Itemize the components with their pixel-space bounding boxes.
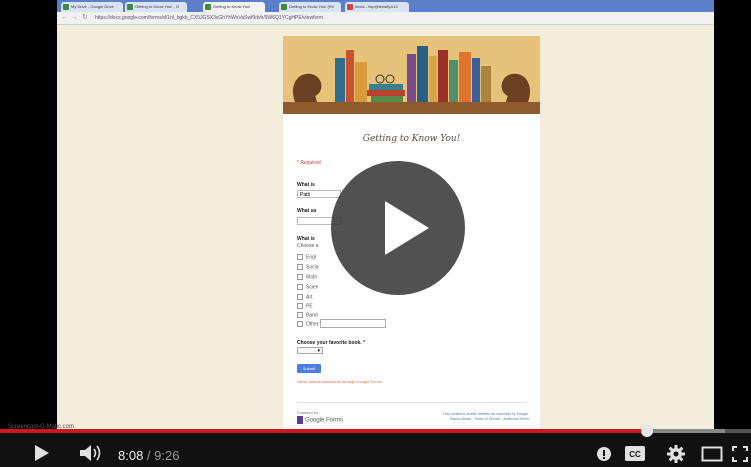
other-text-input[interactable] bbox=[320, 319, 386, 328]
checkbox-option[interactable]: Scien bbox=[297, 284, 319, 290]
checkbox-icon[interactable] bbox=[297, 303, 303, 309]
question-subjects-label: What is bbox=[297, 236, 315, 242]
fullscreen-icon[interactable] bbox=[732, 446, 748, 462]
tab-my-drive[interactable]: My Drive - Google Drive bbox=[61, 2, 123, 12]
checkbox-option[interactable]: Engl bbox=[297, 254, 316, 260]
form-title: Getting to Know You! bbox=[362, 134, 461, 144]
checkbox-icon[interactable] bbox=[297, 274, 303, 280]
theater-icon[interactable] bbox=[701, 446, 723, 462]
password-warning: Never submit passwords through Google Fo… bbox=[297, 379, 384, 384]
checkbox-icon[interactable] bbox=[297, 254, 303, 260]
drive-icon bbox=[63, 4, 69, 10]
chevron-down-icon: ▾ bbox=[317, 348, 320, 354]
reload-icon[interactable]: ↻ bbox=[82, 14, 88, 22]
footer-links[interactable]: Report Abuse - Terms of Service - Additi… bbox=[425, 417, 529, 422]
duration: 9:26 bbox=[154, 448, 180, 463]
checkbox-option-other[interactable]: Other: bbox=[297, 321, 320, 327]
tab-form-edit[interactable]: Getting to Know You! - G bbox=[125, 2, 187, 12]
forms-icon bbox=[205, 4, 211, 10]
tab-form-view[interactable]: Getting to Know You! bbox=[203, 2, 265, 12]
address-bar[interactable]: ← → ↻ https://docs.google.com/forms/d/1n… bbox=[57, 12, 714, 25]
question-2-label: What sa bbox=[297, 208, 317, 214]
browser-tab-bar: My Drive - Google Drive Getting to Know … bbox=[57, 0, 714, 12]
google-forms-logo[interactable]: Google Forms bbox=[297, 416, 343, 425]
checkbox-icon[interactable] bbox=[297, 294, 303, 300]
google-forms-icon bbox=[297, 416, 303, 424]
books-banner bbox=[283, 36, 540, 114]
play-icon[interactable] bbox=[33, 443, 51, 463]
checkbox-icon[interactable] bbox=[297, 312, 303, 318]
mail-icon bbox=[347, 4, 353, 10]
footer-divider bbox=[297, 402, 526, 403]
book-select[interactable]: ▾ bbox=[297, 347, 323, 354]
progress-buffered bbox=[647, 429, 725, 433]
powered-by-label: Powered by bbox=[297, 410, 319, 415]
tab-inbox[interactable]: Inbox - tlsp@tenafly.k12 bbox=[345, 2, 409, 12]
checkbox-option[interactable]: PE bbox=[297, 303, 313, 309]
svg-text:CC: CC bbox=[629, 450, 641, 459]
progress-played bbox=[0, 429, 648, 433]
forms-icon bbox=[127, 4, 133, 10]
checkbox-option[interactable]: Band bbox=[297, 312, 318, 318]
volume-icon[interactable] bbox=[78, 443, 104, 463]
captions-icon[interactable]: CC bbox=[624, 445, 646, 462]
url-text: https://docs.google.com/forms/d/1nl_bgkh… bbox=[95, 15, 324, 21]
big-play-button[interactable] bbox=[331, 161, 465, 295]
checkbox-option[interactable]: Socia bbox=[297, 264, 319, 270]
checkbox-option[interactable]: Math bbox=[297, 274, 317, 280]
checkbox-icon[interactable] bbox=[297, 264, 303, 270]
question-subjects-hint: Choose a bbox=[297, 243, 319, 249]
question-book-label: Choose your favorite book. * bbox=[297, 340, 366, 346]
checkbox-icon[interactable] bbox=[297, 284, 303, 290]
forward-icon[interactable]: → bbox=[71, 14, 78, 22]
recorder-watermark: Screencast-O-Matic.com bbox=[8, 424, 75, 430]
current-time: 8:08 bbox=[118, 448, 144, 463]
back-icon[interactable]: ← bbox=[61, 14, 68, 22]
required-note: * Required bbox=[297, 160, 321, 166]
question-name-label: What is bbox=[297, 182, 315, 188]
checkbox-option[interactable]: Art bbox=[297, 294, 312, 300]
time-display: 8:08 / 9:26 bbox=[118, 448, 179, 464]
time-separator: / bbox=[143, 448, 155, 463]
books-illustration bbox=[283, 46, 540, 114]
youtube-icon[interactable] bbox=[596, 446, 612, 462]
play-icon bbox=[385, 201, 429, 255]
settings-icon[interactable] bbox=[666, 444, 686, 464]
forms-icon bbox=[281, 4, 287, 10]
tab-form-responses[interactable]: Getting to Know You! (Re bbox=[279, 2, 341, 12]
checkbox-icon[interactable] bbox=[297, 321, 303, 327]
footer-legal: This content is neither created nor endo… bbox=[425, 412, 529, 422]
submit-button[interactable]: Submit bbox=[297, 364, 321, 373]
